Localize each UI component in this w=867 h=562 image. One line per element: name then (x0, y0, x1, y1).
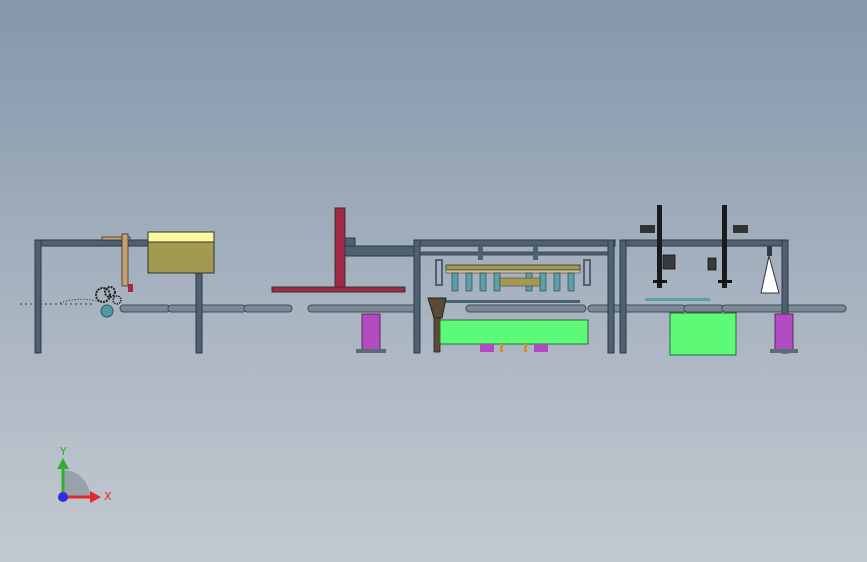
coordinate-triad-icon: Y X (57, 445, 112, 503)
cad-viewport[interactable]: Y X (0, 0, 867, 562)
product-tray-1[interactable] (439, 319, 589, 352)
gear-cluster[interactable] (59, 286, 122, 318)
x-axis-label: X (104, 490, 112, 503)
press-bracket[interactable] (271, 207, 421, 293)
label-nozzle[interactable] (760, 246, 780, 294)
y-axis-label: Y (59, 445, 67, 458)
product-tray-2[interactable] (669, 312, 737, 356)
filling-manifold[interactable] (435, 259, 591, 303)
assembly-scene[interactable]: Y X (0, 0, 867, 562)
support-roller-2 (770, 313, 798, 353)
support-roller-1 (356, 313, 386, 353)
feed-hopper[interactable] (147, 231, 215, 274)
